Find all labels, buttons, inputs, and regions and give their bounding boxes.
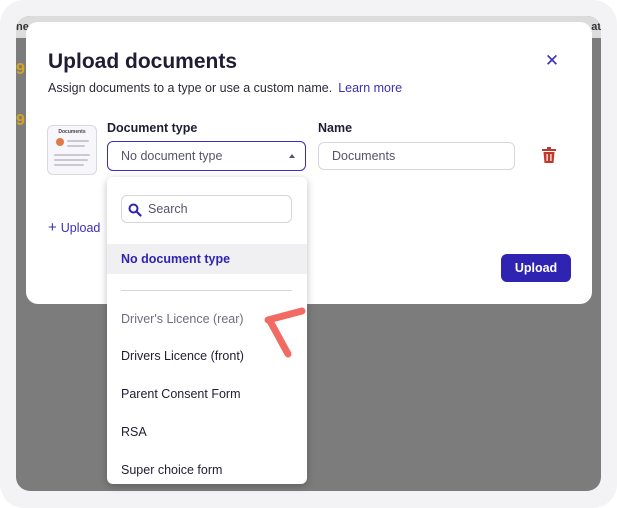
upload-button[interactable]: Upload bbox=[501, 254, 571, 282]
upload-more-label: Upload bbox=[60, 221, 101, 235]
trash-icon[interactable] bbox=[542, 147, 556, 163]
modal-subtitle-text: Assign documents to a type or use a cust… bbox=[48, 81, 333, 95]
background-mark: 9 bbox=[16, 61, 25, 78]
annotation-arrow-icon bbox=[264, 307, 306, 358]
thumbnail-title: Documents bbox=[58, 129, 86, 135]
document-type-select[interactable]: No document type bbox=[107, 141, 306, 171]
dropdown-option-rsa[interactable]: RSA bbox=[107, 417, 307, 447]
screenshot-frame: ne at 9 9 Upload documents Assign docume… bbox=[0, 0, 617, 508]
thumbnail-line bbox=[67, 140, 89, 142]
dropdown-search-input[interactable] bbox=[148, 196, 288, 222]
dropdown-option-no-document-type[interactable]: No document type bbox=[107, 244, 307, 274]
modal-title: Upload documents bbox=[48, 50, 238, 73]
document-type-label: Document type bbox=[107, 121, 198, 135]
caret-up-icon bbox=[289, 154, 295, 158]
dropdown-search bbox=[121, 195, 292, 223]
learn-more-link[interactable]: Learn more bbox=[338, 81, 402, 95]
thumbnail-line bbox=[54, 159, 88, 161]
close-icon: ✕ bbox=[544, 51, 560, 70]
document-type-value: No document type bbox=[121, 149, 223, 163]
background-mark: 9 bbox=[16, 112, 25, 129]
dropdown-option-parent-consent-form[interactable]: Parent Consent Form bbox=[107, 379, 307, 409]
dropdown-option-super-choice-form[interactable]: Super choice form bbox=[107, 455, 307, 484]
close-button[interactable]: ✕ bbox=[542, 51, 562, 71]
thumbnail-graphic bbox=[56, 138, 64, 146]
upload-more-link[interactable]: + Upload bbox=[48, 219, 100, 236]
thumbnail-line bbox=[67, 145, 85, 147]
search-icon bbox=[128, 203, 142, 217]
name-input[interactable] bbox=[318, 142, 515, 170]
dropdown-divider bbox=[121, 290, 292, 291]
modal-subtitle: Assign documents to a type or use a cust… bbox=[48, 81, 402, 95]
thumbnail-line bbox=[54, 154, 90, 156]
thumbnail-line bbox=[54, 164, 84, 166]
document-thumbnail: Documents bbox=[47, 125, 97, 175]
plus-icon: + bbox=[48, 219, 57, 236]
name-label: Name bbox=[318, 121, 353, 135]
background-header-text-right: at bbox=[591, 21, 601, 33]
